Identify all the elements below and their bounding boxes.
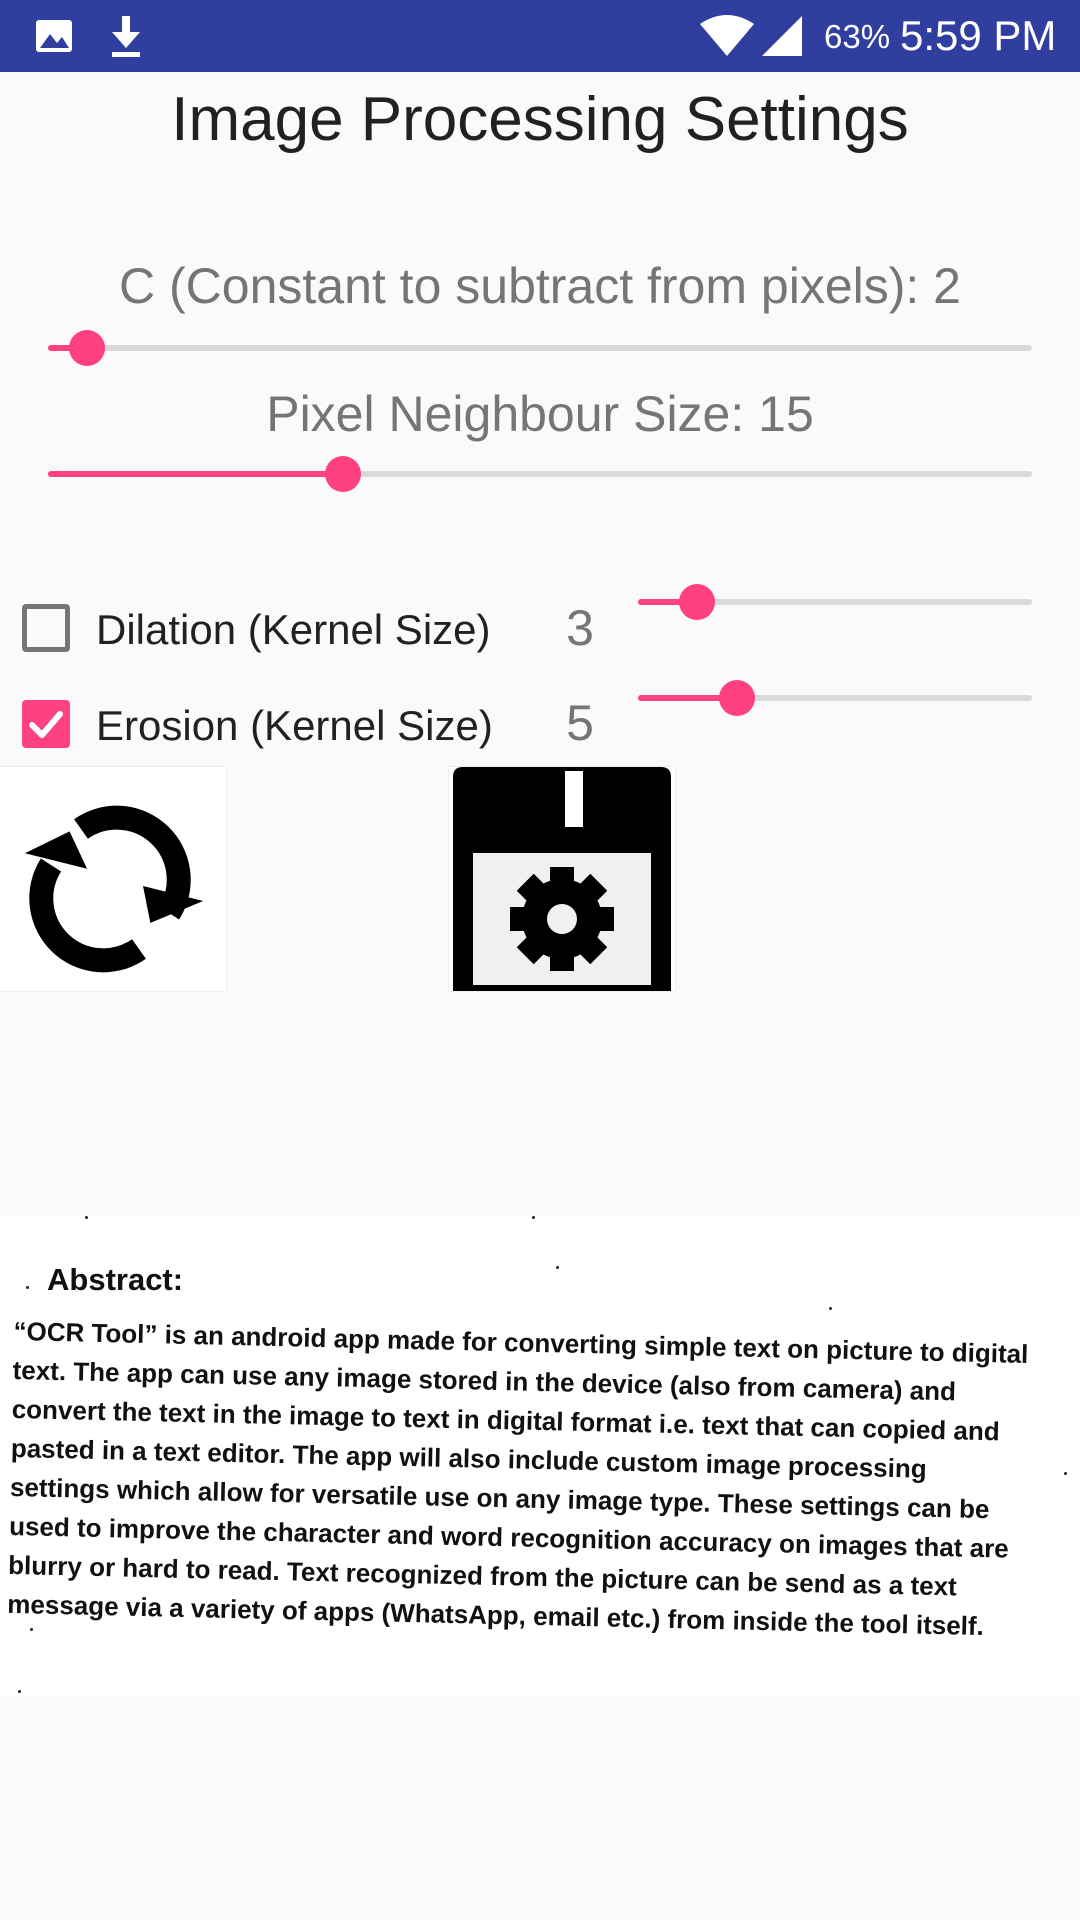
erosion-checkbox[interactable]	[22, 700, 70, 748]
dilation-checkbox[interactable]	[22, 604, 70, 652]
slider-fill	[48, 471, 344, 477]
refresh-button[interactable]	[0, 767, 226, 991]
wifi-icon	[698, 14, 756, 63]
battery-percentage: 63%	[824, 18, 891, 55]
preview-body-text: “OCR Tool” is an android app made for co…	[7, 1315, 1029, 1642]
c-constant-slider[interactable]	[48, 330, 1032, 366]
noise-speck	[1064, 1472, 1067, 1475]
status-bar: 63% 5:59 PM	[0, 0, 1080, 72]
slider-thumb[interactable]	[69, 330, 106, 366]
refresh-icon	[24, 805, 204, 973]
dilation-slider[interactable]	[638, 584, 1032, 620]
noise-speck	[829, 1307, 832, 1310]
neighbour-size-label: Pixel Neighbour Size: 15	[266, 386, 814, 442]
noise-speck	[26, 1286, 29, 1289]
cell-signal-icon	[760, 14, 804, 63]
processed-image-preview: Abstract: “OCR Tool” is an android app m…	[0, 1216, 1080, 1696]
save-settings-icon	[453, 767, 671, 991]
noise-speck	[18, 1690, 21, 1693]
erosion-label: Erosion (Kernel Size)	[96, 702, 493, 749]
page-title: Image Processing Settings	[171, 85, 909, 154]
dilation-value: 3	[566, 600, 594, 656]
noise-speck	[532, 1216, 535, 1219]
slider-thumb[interactable]	[325, 456, 362, 492]
slider-thumb[interactable]	[679, 584, 716, 620]
erosion-value: 5	[566, 695, 594, 751]
erosion-slider[interactable]	[638, 680, 1032, 716]
save-settings-button[interactable]	[449, 767, 675, 991]
preview-heading: Abstract:	[47, 1262, 184, 1297]
clock: 5:59 PM	[900, 12, 1057, 59]
c-constant-label: C (Constant to subtract from pixels): 2	[119, 258, 961, 314]
noise-speck	[556, 1266, 559, 1269]
neighbour-size-slider[interactable]	[48, 456, 1032, 492]
image-icon	[34, 18, 74, 59]
noise-speck	[30, 1628, 33, 1631]
download-icon	[106, 14, 146, 63]
checkmark-icon	[29, 711, 63, 738]
noise-speck	[85, 1216, 88, 1219]
dilation-label: Dilation (Kernel Size)	[96, 606, 491, 653]
slider-thumb[interactable]	[718, 680, 755, 716]
